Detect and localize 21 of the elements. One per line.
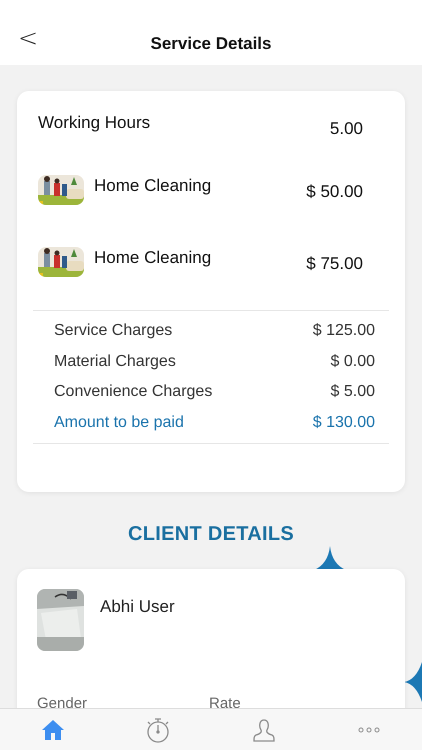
field-label: Rate (209, 695, 241, 712)
working-hours-value: 5.00 (330, 119, 363, 139)
field-label: Gender (37, 695, 88, 712)
charge-value: $ 125.00 (312, 321, 375, 341)
back-button[interactable]: < (14, 26, 42, 50)
service-price: $ 75.00 (306, 254, 363, 274)
sparkle-drawing (404, 662, 422, 702)
section-heading: CLIENT DETAILS (126, 523, 296, 546)
service-price: $ 50.00 (306, 182, 363, 202)
charge-label: Service Charges (54, 321, 172, 341)
charge-value: $ 130.00 (312, 412, 375, 432)
charge-label: Convenience Charges (54, 382, 212, 402)
service-name: Home Cleaning (94, 176, 212, 196)
service-name: Home Cleaning (94, 248, 212, 268)
working-hours-label: Working Hours (38, 113, 150, 134)
charge-value: $ 0.00 (330, 352, 375, 372)
charge-value: $ 5.00 (330, 382, 375, 402)
client-name: Abhi User (100, 597, 175, 617)
charge-label: Material Charges (54, 352, 176, 372)
charge-label: Amount to be paid (54, 412, 184, 432)
page-title: Service Details (150, 34, 272, 54)
